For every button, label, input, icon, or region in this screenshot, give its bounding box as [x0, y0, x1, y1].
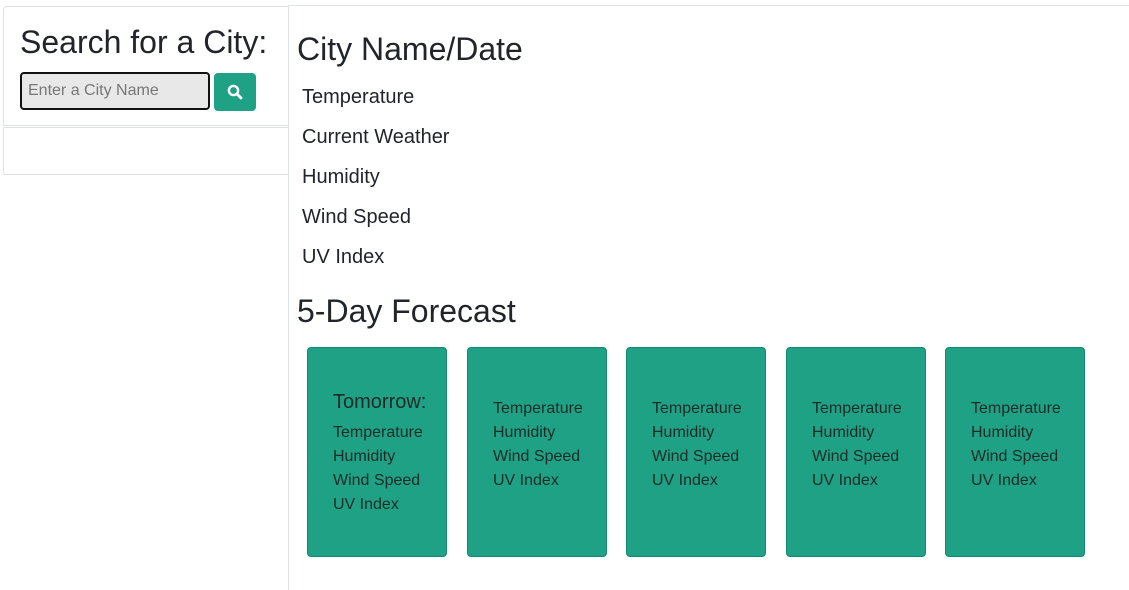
main-content: City Name/Date Temperature Current Weath…: [297, 0, 1127, 590]
forecast-temperature: Temperature: [333, 424, 423, 441]
forecast-humidity: Humidity: [333, 448, 396, 465]
stat-humidity: Humidity: [302, 166, 380, 188]
forecast-humidity: Humidity: [493, 424, 556, 441]
sidebar: Search for a City:: [0, 0, 289, 590]
forecast-uv-index: UV Index: [652, 472, 718, 489]
city-date-title: City Name/Date: [297, 31, 523, 67]
stat-uv-index: UV Index: [302, 246, 385, 268]
forecast-humidity: Humidity: [652, 424, 715, 441]
forecast-wind-speed: Wind Speed: [652, 448, 740, 465]
forecast-card-3: Temperature Humidity Wind Speed UV Index: [626, 347, 766, 557]
city-search-input[interactable]: [20, 72, 210, 110]
forecast-card-1: Tomorrow: Temperature Humidity Wind Spee…: [307, 347, 447, 557]
forecast-wind-speed: Wind Speed: [971, 448, 1059, 465]
forecast-card-2: Temperature Humidity Wind Speed UV Index: [467, 347, 607, 557]
stat-temperature: Temperature: [302, 86, 415, 108]
forecast-row: Tomorrow: Temperature Humidity Wind Spee…: [307, 347, 1097, 557]
forecast-uv-index: UV Index: [812, 472, 878, 489]
forecast-temperature: Temperature: [652, 400, 742, 417]
forecast-temperature: Temperature: [493, 400, 583, 417]
search-button[interactable]: [214, 73, 256, 111]
forecast-wind-speed: Wind Speed: [493, 448, 581, 465]
forecast-temperature: Temperature: [971, 400, 1061, 417]
forecast-card-4: Temperature Humidity Wind Speed UV Index: [786, 347, 926, 557]
forecast-humidity: Humidity: [971, 424, 1034, 441]
stat-wind-speed: Wind Speed: [302, 206, 411, 228]
forecast-humidity: Humidity: [812, 424, 875, 441]
forecast-wind-speed: Wind Speed: [333, 472, 421, 489]
forecast-uv-index: UV Index: [333, 496, 399, 513]
search-panel: Search for a City:: [3, 6, 289, 126]
forecast-card-5: Temperature Humidity Wind Speed UV Index: [945, 347, 1085, 557]
forecast-wind-speed: Wind Speed: [812, 448, 900, 465]
search-history-list: [3, 127, 289, 175]
vertical-divider: [288, 6, 289, 590]
forecast-temperature: Temperature: [812, 400, 902, 417]
stat-current-weather: Current Weather: [302, 126, 450, 148]
forecast-title: 5-Day Forecast: [297, 293, 516, 329]
forecast-card-title: Tomorrow:: [333, 391, 427, 413]
weather-dashboard: Search for a City: City Name/Date Temper…: [0, 0, 1129, 590]
search-title: Search for a City:: [20, 24, 268, 60]
forecast-uv-index: UV Index: [493, 472, 559, 489]
forecast-uv-index: UV Index: [971, 472, 1037, 489]
search-icon: [227, 84, 243, 100]
